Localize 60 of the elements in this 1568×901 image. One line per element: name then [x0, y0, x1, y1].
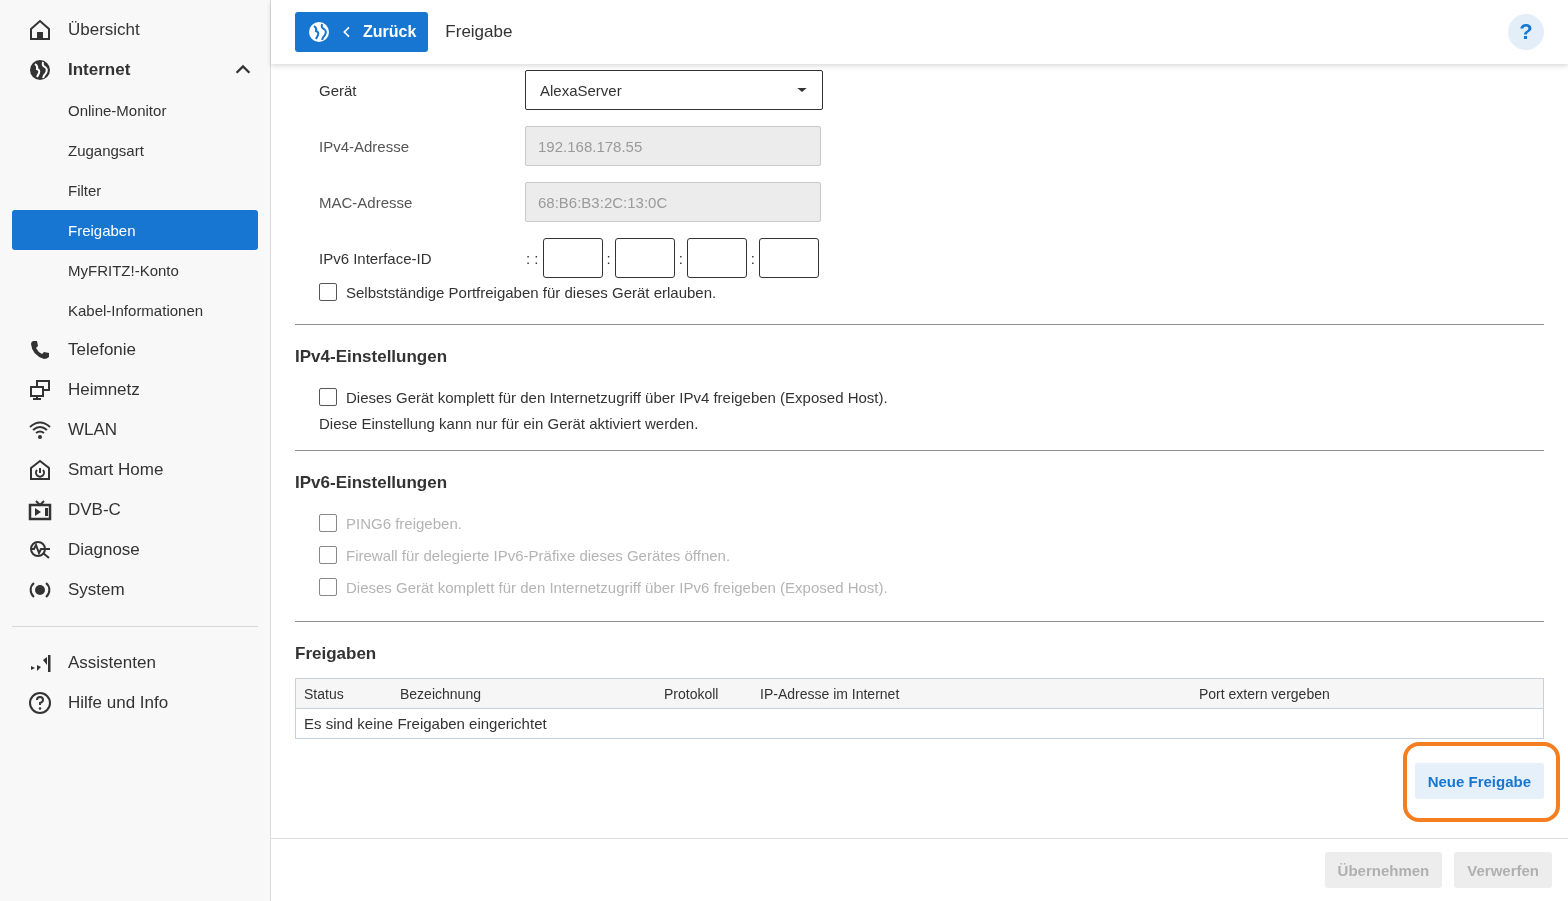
checkbox-label: Dieses Gerät komplett für den Internetzugriff über IPv6 freigeben (Exposed Host). [346, 578, 888, 596]
sidebar-item[interactable]: Heimnetz [12, 370, 258, 410]
empty-message: Es sind keine Freigaben eingerichtet [295, 708, 1544, 739]
sidebar-item[interactable]: Assistenten [12, 643, 258, 683]
checkbox-label: PING6 freigeben. [346, 514, 462, 532]
sidebar-subitem[interactable]: MyFRITZ!-Konto [12, 250, 258, 290]
checkbox[interactable] [319, 283, 337, 301]
checkbox-label: Firewall für delegierte IPv6-Präfixe dieses Gerätes öffnen. [346, 546, 731, 564]
help-icon [28, 691, 52, 715]
back-button[interactable]: Zurück [295, 12, 429, 52]
field-label: Gerät [319, 81, 358, 99]
sidebar-item[interactable]: Übersicht [12, 10, 258, 50]
column-header: Protokoll [656, 678, 752, 709]
separator-text: : : [525, 249, 540, 267]
separator-text: : [605, 249, 612, 267]
sidebar-item[interactable]: Telefonie [12, 330, 258, 370]
ipv6-segment-field[interactable] [542, 238, 603, 278]
help-button[interactable]: ? [1508, 14, 1544, 50]
field-label: MAC-Adresse [319, 193, 414, 211]
page-title: Freigabe [445, 22, 514, 42]
separator-text: : [749, 249, 757, 267]
column-header: Port extern vergeben [1191, 678, 1544, 709]
tv-icon [28, 498, 52, 522]
field-label: IPv6 Interface-ID [319, 249, 433, 267]
sidebar-item[interactable]: Internet [12, 50, 258, 90]
sidebar-item[interactable]: Diagnose [12, 530, 258, 570]
device-dropdown[interactable]: AlexaServer [525, 70, 823, 110]
checkbox-label: Selbstständige Portfreigaben für dieses Gerät erlauben. [346, 283, 717, 301]
ipv6-segment-field[interactable] [686, 238, 747, 278]
globe-icon [28, 58, 52, 82]
separator-text: : [677, 249, 684, 267]
pulse-magnifier-icon [28, 538, 52, 562]
note-text: Diese Einstellung kann nur für ein Gerät aktiviert werden. [319, 415, 700, 432]
checkbox-label: Dieses Gerät komplett für den Internetzugriff über IPv4 freigeben (Exposed Host). [346, 388, 888, 406]
sidebar-subitem[interactable]: Online-Monitor [12, 90, 258, 130]
sidebar-item[interactable]: Hilfe und Info [12, 683, 258, 723]
field-label: IPv4-Adresse [319, 137, 411, 155]
column-header: IP-Adresse im Internet [752, 678, 1191, 709]
sidebar-item[interactable]: Smart Home [12, 450, 258, 490]
sidebar-item[interactable]: System [12, 570, 258, 610]
new-share-button[interactable]: Neue Freigabe [1414, 763, 1544, 799]
house-power-icon [28, 458, 52, 482]
column-header: Status [295, 678, 392, 709]
sidebar-item[interactable]: DVB-C [12, 490, 258, 530]
sidebar-subitem[interactable]: Filter [12, 170, 258, 210]
checkbox[interactable] [319, 388, 337, 406]
sidebar-subitem[interactable]: Freigaben [12, 210, 258, 250]
section-title: Freigaben [295, 644, 378, 664]
home-icon [28, 18, 52, 42]
section-title: IPv6-Einstellungen [295, 473, 449, 493]
ipv6-segment-field[interactable] [614, 238, 675, 278]
ipv6-segment-field[interactable] [759, 238, 820, 278]
sidebar-subitem[interactable]: Zugangsart [12, 130, 258, 170]
phone-icon [28, 338, 52, 362]
column-header: Bezeichnung [392, 678, 656, 709]
sidebar-item[interactable]: WLAN [12, 410, 258, 450]
globe-icon [307, 20, 331, 44]
monitors-icon [28, 378, 52, 402]
section-title: IPv4-Einstellungen [295, 347, 449, 367]
sidebar-subitem[interactable]: Kabel-Informationen [12, 290, 258, 330]
